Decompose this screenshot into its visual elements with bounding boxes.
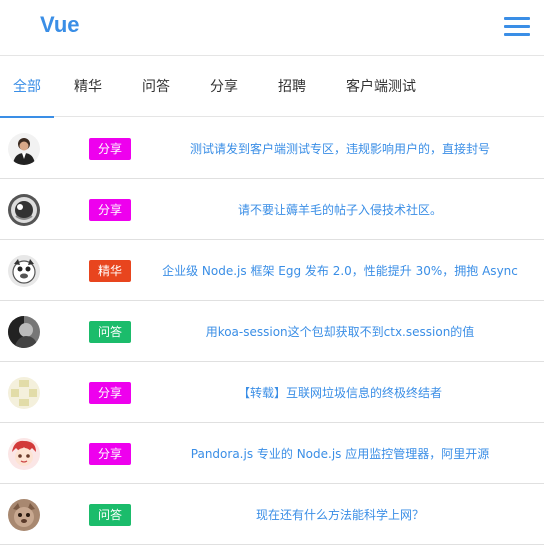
tab-all[interactable]: 全部 <box>0 57 54 118</box>
list-item[interactable]: 问答 现在还有什么方法能科学上网？ <box>0 484 544 545</box>
tab-share[interactable]: 分享 <box>196 57 252 117</box>
tab-label: 精华 <box>74 79 102 95</box>
list-item[interactable]: 分享 请不要让薅羊毛的帖子入侵技术社区。 <box>0 179 544 240</box>
topic-tab-badge: 问答 <box>89 504 131 526</box>
avatar[interactable] <box>8 377 40 409</box>
topic-tab-badge: 问答 <box>89 321 131 343</box>
menu-bar <box>504 25 530 28</box>
tab-ask[interactable]: 问答 <box>128 57 184 117</box>
tab-label: 客户端测试 <box>346 79 416 95</box>
topic-tab-badge: 分享 <box>89 443 131 465</box>
topic-tab-badge: 分享 <box>89 138 131 160</box>
list-item[interactable]: 问答 用koa-session这个包却获取不到ctx.session的值 <box>0 301 544 362</box>
topic-title-link[interactable]: 现在还有什么方法能科学上网？ <box>150 504 530 526</box>
tab-label: 问答 <box>142 79 170 95</box>
tab-label: 招聘 <box>278 79 306 95</box>
avatar[interactable] <box>8 194 40 226</box>
avatar[interactable] <box>8 499 40 531</box>
topic-title-link[interactable]: 用koa-session这个包却获取不到ctx.session的值 <box>150 321 530 343</box>
topic-tab-badge: 精华 <box>89 260 131 282</box>
topic-title-link[interactable]: 请不要让薅羊毛的帖子入侵技术社区。 <box>150 199 530 221</box>
topic-title-link[interactable]: Pandora.js 专业的 Node.js 应用监控管理器，阿里开源 <box>150 443 530 465</box>
topic-title-link[interactable]: 测试请发到客户端测试专区，违规影响用户的，直接封号 <box>150 138 530 160</box>
avatar[interactable] <box>8 133 40 165</box>
topic-tab-badge: 分享 <box>89 382 131 404</box>
tab-dev[interactable]: 客户端测试 <box>334 57 428 117</box>
menu-bar <box>504 33 530 36</box>
tab-good[interactable]: 精华 <box>60 57 116 117</box>
hamburger-menu-icon[interactable] <box>504 17 530 37</box>
tab-job[interactable]: 招聘 <box>264 57 320 117</box>
topic-tab-badge: 分享 <box>89 199 131 221</box>
avatar[interactable] <box>8 316 40 348</box>
tab-label: 分享 <box>210 79 238 95</box>
app-header: Vue <box>0 0 544 56</box>
tab-label: 全部 <box>13 79 41 95</box>
avatar[interactable] <box>8 255 40 287</box>
menu-bar <box>504 17 530 20</box>
topic-title-link[interactable]: 【转载】互联网垃圾信息的终极终结者 <box>150 382 530 404</box>
list-item[interactable]: 分享 Pandora.js 专业的 Node.js 应用监控管理器，阿里开源 <box>0 423 544 484</box>
list-item[interactable]: 分享 【转载】互联网垃圾信息的终极终结者 <box>0 362 544 423</box>
brand-logo[interactable]: Vue <box>40 10 80 40</box>
avatar[interactable] <box>8 438 40 470</box>
list-item[interactable]: 精华 企业级 Node.js 框架 Egg 发布 2.0，性能提升 30%，拥抱… <box>0 240 544 301</box>
list-item[interactable]: 分享 测试请发到客户端测试专区，违规影响用户的，直接封号 <box>0 118 544 179</box>
topic-title-link[interactable]: 企业级 Node.js 框架 Egg 发布 2.0，性能提升 30%，拥抱 As… <box>150 260 530 282</box>
topic-tabs: 全部 精华 问答 分享 招聘 客户端测试 <box>0 57 544 118</box>
